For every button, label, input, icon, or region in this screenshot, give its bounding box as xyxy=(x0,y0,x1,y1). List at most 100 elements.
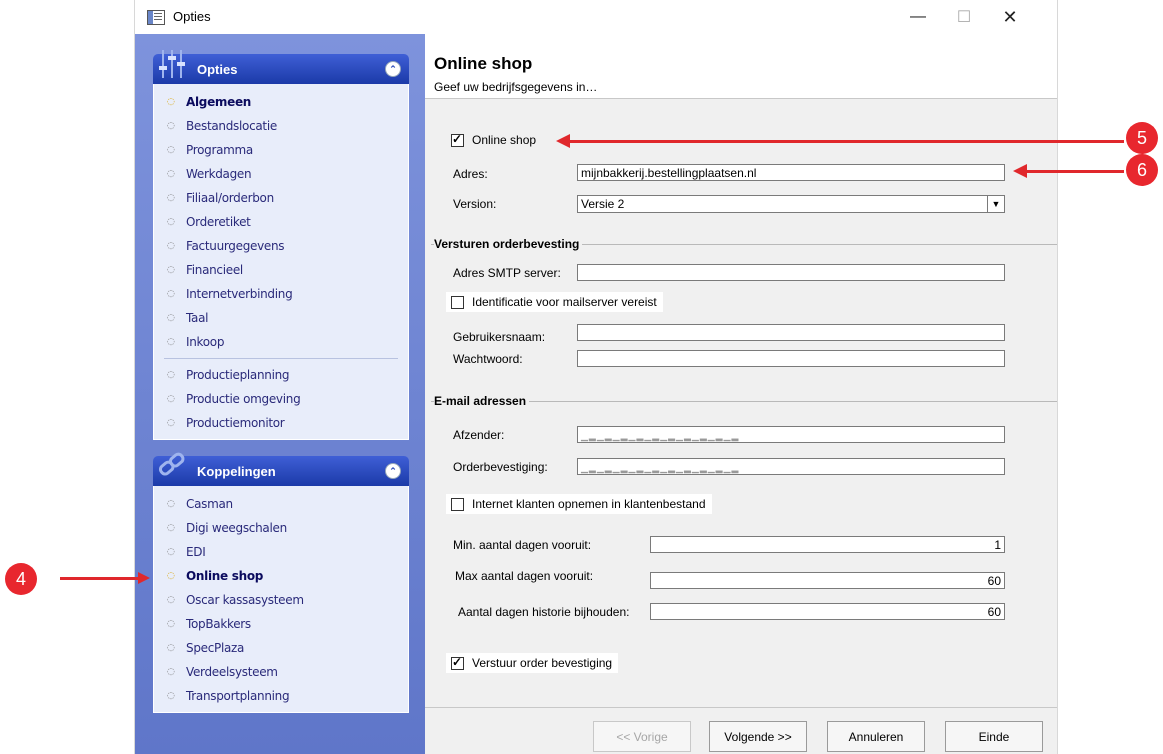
sidebar-item-inkoop[interactable]: ◌ Inkoop xyxy=(154,330,408,354)
sidebar-item-label: Werkdagen xyxy=(186,167,252,181)
sidebar-item-label: Oscar kassasysteem xyxy=(186,593,304,607)
bullet-icon: ◌ xyxy=(167,547,175,557)
close-button[interactable]: ✕ xyxy=(987,0,1033,34)
koppelingen-panel-title: Koppelingen xyxy=(197,464,276,479)
sidebar-item-bestandslocatie[interactable]: ◌ Bestandslocatie xyxy=(154,114,408,138)
sidebar-item-productieplanning[interactable]: ◌ Productieplanning xyxy=(154,363,408,387)
title-bar: Opties — ☐ ✕ xyxy=(135,0,1057,34)
bullet-icon: ◌ xyxy=(167,499,175,509)
max-dagen-input[interactable]: 60 xyxy=(650,572,1005,589)
annuleren-button[interactable]: Annuleren xyxy=(827,721,925,752)
adres-input[interactable]: mijnbakkerij.bestellingplaatsen.nl xyxy=(577,164,1005,181)
minimize-button[interactable]: — xyxy=(895,0,941,34)
min-dagen-input[interactable]: 1 xyxy=(650,536,1005,553)
vorige-button[interactable]: << Vorige xyxy=(593,721,691,752)
bullet-icon: ◌ xyxy=(167,193,175,203)
sidebar-item-label: EDI xyxy=(186,545,206,559)
historie-input[interactable]: 60 xyxy=(650,603,1005,620)
sidebar-item-verdeelsysteem[interactable]: ◌ Verdeelsysteem xyxy=(154,660,408,684)
checkbox-unchecked-icon xyxy=(451,497,464,511)
smtp-input[interactable] xyxy=(577,264,1005,281)
sidebar-item-label: Factuurgegevens xyxy=(186,239,285,253)
checkbox-unchecked-icon xyxy=(451,295,464,309)
version-select-value: Versie 2 xyxy=(581,197,625,211)
collapse-opties-icon[interactable]: ⌃ xyxy=(385,61,401,77)
bullet-icon: ◌ xyxy=(167,523,175,533)
sidebar-divider xyxy=(164,358,398,359)
sidebar-item-filiaal-orderbon[interactable]: ◌ Filiaal/orderbon xyxy=(154,186,408,210)
page-subtitle: Geef uw bedrijfsgegevens in… xyxy=(434,80,598,94)
sidebar-item-factuurgegevens[interactable]: ◌ Factuurgegevens xyxy=(154,234,408,258)
sidebar-item-topbakkers[interactable]: ◌ TopBakkers xyxy=(154,612,408,636)
verstuur-label: Verstuur order bevestiging xyxy=(472,656,613,670)
bullet-icon: ◌ xyxy=(167,370,175,380)
volgende-button[interactable]: Volgende >> xyxy=(709,721,807,752)
historie-label: Aantal dagen historie bijhouden: xyxy=(458,605,630,619)
koppelingen-panel-header[interactable]: Koppelingen ⌃ xyxy=(153,452,409,486)
sidebar-item-label: Verdeelsysteem xyxy=(186,665,278,679)
wachtwoord-input[interactable] xyxy=(577,350,1005,367)
sidebar-item-digi-weegschalen[interactable]: ◌ Digi weegschalen xyxy=(154,516,408,540)
sidebar-item-financieel[interactable]: ◌ Financieel xyxy=(154,258,408,282)
smtp-label: Adres SMTP server: xyxy=(453,266,561,280)
bullet-icon: ◌ xyxy=(167,97,175,107)
koppelingen-panel: Koppelingen ⌃ ◌ Casman ◌ Digi weegschalen … xyxy=(153,452,409,713)
maximize-button[interactable]: ☐ xyxy=(941,0,987,34)
sidebar-item-productie-omgeving[interactable]: ◌ Productie omgeving xyxy=(154,387,408,411)
sidebar-item-productiemonitor[interactable]: ◌ Productiemonitor xyxy=(154,411,408,435)
sidebar-item-label: Productiemonitor xyxy=(186,416,285,430)
link-icon xyxy=(158,452,185,476)
bullet-icon: ◌ xyxy=(167,265,175,275)
arrowhead-left-icon xyxy=(1013,164,1027,178)
bullet-icon: ◌ xyxy=(167,619,175,629)
identificatie-label: Identificatie voor mailserver vereist xyxy=(472,295,657,309)
sidebar-item-internetverbinding[interactable]: ◌ Internetverbinding xyxy=(154,282,408,306)
orderbevestiging-input[interactable]: ▁▂▁▂▁▂▁▂▁▂▁▂▁▂▁▂▁▂▁▂ xyxy=(577,458,1005,475)
options-window: Opties — ☐ ✕ Opties ⌃ ◌ Algemeen ◌ Besta… xyxy=(134,0,1058,754)
sidebar-item-edi[interactable]: ◌ EDI xyxy=(154,540,408,564)
internet-klanten-label: Internet klanten opnemen in klantenbesta… xyxy=(472,497,706,511)
redacted-text: ▁▂▁▂▁▂▁▂▁▂▁▂▁▂▁▂▁▂▁▂ xyxy=(581,431,740,441)
sliders-icon xyxy=(159,50,185,78)
sidebar-item-casman[interactable]: ◌ Casman xyxy=(154,492,408,516)
sidebar-item-label: Productieplanning xyxy=(186,368,290,382)
sidebar-item-specplaza[interactable]: ◌ SpecPlaza xyxy=(154,636,408,660)
footer-divider xyxy=(425,707,1057,708)
sidebar-item-label: Orderetiket xyxy=(186,215,251,229)
sidebar-item-oscar-kassasysteem[interactable]: ◌ Oscar kassasysteem xyxy=(154,588,408,612)
einde-button[interactable]: Einde xyxy=(945,721,1043,752)
opties-panel-header[interactable]: Opties ⌃ xyxy=(153,50,409,84)
sidebar-item-label: SpecPlaza xyxy=(186,641,245,655)
verstuur-checkbox[interactable]: Verstuur order bevestiging xyxy=(446,653,619,673)
afzender-input[interactable]: ▁▂▁▂▁▂▁▂▁▂▁▂▁▂▁▂▁▂▁▂ xyxy=(577,426,1005,443)
bullet-icon: ◌ xyxy=(167,217,175,227)
version-select[interactable]: Versie 2 ▼ xyxy=(577,195,1005,213)
sidebar-item-taal[interactable]: ◌ Taal xyxy=(154,306,408,330)
internet-klanten-checkbox[interactable]: Internet klanten opnemen in klantenbesta… xyxy=(446,494,712,514)
annotation-arrow-5 xyxy=(570,140,1124,143)
bullet-icon: ◌ xyxy=(167,394,175,404)
identificatie-checkbox[interactable]: Identificatie voor mailserver vereist xyxy=(446,292,663,312)
sidebar-item-werkdagen[interactable]: ◌ Werkdagen xyxy=(154,162,408,186)
collapse-koppelingen-icon[interactable]: ⌃ xyxy=(385,463,401,479)
chevron-down-icon[interactable]: ▼ xyxy=(987,196,1004,212)
checkbox-checked-icon xyxy=(451,133,464,147)
gebruikersnaam-input[interactable] xyxy=(577,324,1005,341)
bullet-icon: ◌ xyxy=(167,145,175,155)
adres-label: Adres: xyxy=(453,167,488,181)
sidebar-item-online-shop[interactable]: ◌ Online shop xyxy=(154,564,408,588)
sidebar-item-transportplanning[interactable]: ◌ Transportplanning xyxy=(154,684,408,708)
bullet-icon: ◌ xyxy=(167,595,175,605)
sidebar-item-algemeen[interactable]: ◌ Algemeen xyxy=(154,90,408,114)
online-shop-checkbox[interactable]: Online shop xyxy=(446,130,543,150)
online-shop-label: Online shop xyxy=(472,133,537,147)
bullet-icon: ◌ xyxy=(167,337,175,347)
sidebar: Opties ⌃ ◌ Algemeen ◌ Bestandslocatie ◌ Pro… xyxy=(135,34,425,754)
sidebar-item-orderetiket[interactable]: ◌ Orderetiket xyxy=(154,210,408,234)
annotation-arrow-6 xyxy=(1027,170,1124,173)
opties-panel-body: ◌ Algemeen ◌ Bestandslocatie ◌ Programma ◌ W… xyxy=(153,84,409,440)
version-label: Version: xyxy=(453,197,497,211)
group-email-title: E-mail adressen xyxy=(434,394,530,408)
sidebar-item-programma[interactable]: ◌ Programma xyxy=(154,138,408,162)
sidebar-item-label: Bestandslocatie xyxy=(186,119,277,133)
